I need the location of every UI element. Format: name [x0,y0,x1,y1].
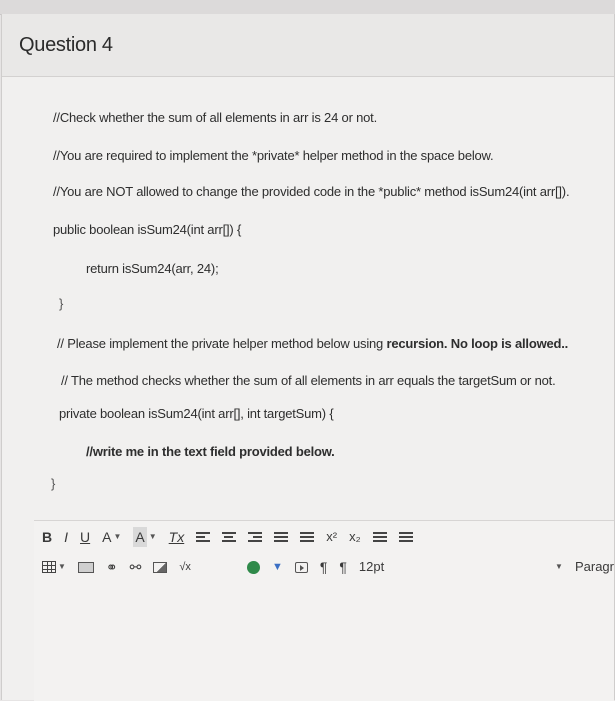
table-icon [42,561,56,573]
align-right-icon [248,530,263,544]
clear-formatting-button[interactable]: Tx [169,527,185,547]
toolbar-row-2: ▼ ⚭ ⚯ √x ▼ ¶ ¶ 12pt ▼ Paragr [42,557,614,577]
closing-brace-1: } [59,296,64,311]
top-strip [0,0,615,15]
equation-button[interactable]: √x [179,557,191,577]
play-icon [294,561,308,573]
comment-line-1: //Check whether the sum of all elements … [53,110,377,125]
link-icon: ⚭ [105,559,118,575]
comment-line-3: //You are NOT allowed to change the prov… [53,184,570,199]
question-title: Question 4 [19,34,113,56]
subscript-button[interactable]: x₂ [349,527,361,547]
image-button[interactable] [153,557,168,577]
comment-line-5: // The method checks whether the sum of … [61,373,556,388]
align-center-button[interactable] [222,527,237,547]
align-left-button[interactable] [196,527,211,547]
apps-dropdown-button[interactable]: ▼ [272,557,283,577]
outdent-button[interactable] [300,527,315,547]
outdent-icon [300,530,315,544]
underline-button[interactable]: U [80,527,90,547]
table-button[interactable]: ▼ [42,557,66,577]
write-me-comment: //write me in the text field provided be… [86,444,335,459]
chevron-down-icon: ▼ [58,562,66,571]
ltr-button[interactable]: ¶ [320,557,328,577]
background-color-button[interactable]: A ▼ [133,527,157,547]
indent-button[interactable] [274,527,289,547]
chevron-down-icon: ▼ [271,561,283,573]
question-header: Question 4 [2,14,614,77]
media-icon [77,561,94,573]
background-color-icon: A [133,527,147,547]
closing-brace-2: } [51,476,56,491]
public-method-signature: public boolean isSum24(int arr[]) { [53,222,242,237]
return-statement: return isSum24(arr, 24); [86,261,219,276]
align-center-icon [222,530,237,544]
toolbar-row-1: B I U A ▼ A ▼ Tx x² x₂ [42,527,425,547]
comment-line-2: //You are required to implement the *pri… [53,148,494,163]
ltr-icon: ¶ [319,559,328,575]
unlink-button[interactable]: ⚯ [130,557,142,577]
apps-icon [246,560,260,574]
bullet-list-icon [372,530,387,544]
rich-text-editor: B I U A ▼ A ▼ Tx x² x₂ ▼ ⚭ ⚯ √x ▼ ¶ ¶ 12pt… [34,520,614,701]
private-method-signature: private boolean isSum24(int arr[], int t… [59,406,334,421]
bold-button[interactable]: B [42,527,52,547]
font-size-select[interactable]: 12pt [359,557,384,577]
chevron-down-icon: ▼ [148,532,157,541]
superscript-button[interactable]: x² [326,527,337,547]
comment-line-4: // Please implement the private helper m… [57,336,569,351]
link-button[interactable]: ⚭ [106,557,118,577]
chevron-down-icon: ▼ [113,532,122,541]
media-button[interactable] [77,557,94,577]
font-color-icon: A [102,529,112,545]
image-icon [153,561,168,573]
unlink-icon: ⚯ [129,559,142,575]
embed-media-button[interactable] [294,557,308,577]
font-color-button[interactable]: A ▼ [102,527,121,547]
rtl-button[interactable]: ¶ [339,557,347,577]
align-left-icon [196,530,211,544]
numbered-list-button[interactable] [398,527,413,547]
bullet-list-button[interactable] [372,527,387,547]
numbered-list-icon [398,530,413,544]
font-size-dropdown[interactable]: ▼ [553,557,563,577]
paragraph-format-select[interactable]: Paragr [575,557,614,577]
rtl-icon: ¶ [339,559,347,575]
indent-icon [274,530,289,544]
chevron-down-icon: ▼ [555,562,563,571]
italic-button[interactable]: I [64,527,68,547]
apps-button[interactable] [246,557,260,577]
align-right-button[interactable] [248,527,263,547]
